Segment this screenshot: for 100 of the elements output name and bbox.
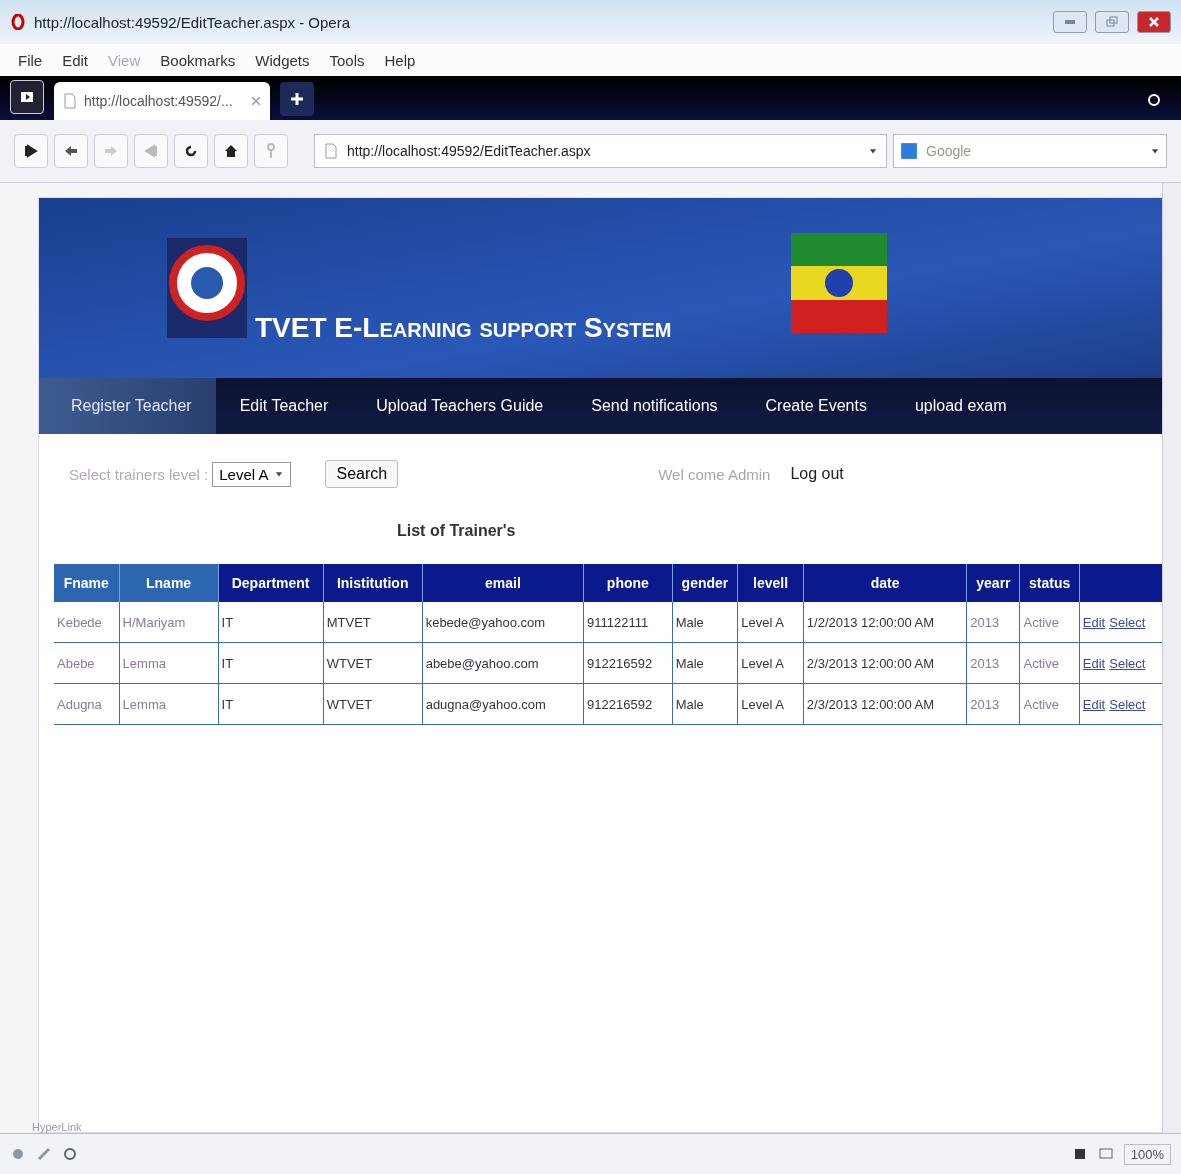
address-field[interactable]: http://localhost:49592/EditTeacher.aspx bbox=[314, 134, 887, 168]
reload-icon bbox=[183, 143, 199, 159]
table-cell: 2013 bbox=[966, 602, 1020, 643]
table-cell: 912216592 bbox=[583, 642, 673, 684]
page-icon bbox=[62, 93, 78, 109]
menu-item[interactable]: Tools bbox=[329, 51, 365, 69]
table-cell: 2013 bbox=[966, 683, 1020, 725]
table-cell: 911122111 bbox=[583, 602, 673, 643]
menu-item[interactable]: Widgets bbox=[255, 51, 310, 69]
table-cell: 2/3/2013 12:00:00 AM bbox=[803, 683, 967, 725]
table-cell: 1/2/2013 12:00:00 AM bbox=[803, 602, 967, 643]
table-cell: Abebe bbox=[54, 642, 120, 684]
table-caption: List of Trainer's bbox=[396, 521, 517, 540]
menu-item[interactable]: Edit bbox=[62, 51, 89, 69]
restore-icon bbox=[1104, 14, 1120, 30]
plus-icon bbox=[289, 91, 305, 107]
nav-tab[interactable]: upload exam bbox=[890, 378, 1031, 434]
minimize-icon bbox=[1065, 20, 1075, 24]
back-button[interactable] bbox=[54, 134, 88, 168]
column-header: phone bbox=[583, 564, 673, 602]
column-header: yearr bbox=[966, 564, 1020, 602]
search-engine-icon bbox=[900, 142, 918, 160]
row-link[interactable]: Select bbox=[1109, 696, 1146, 712]
table-cell: adugna@yahoo.com bbox=[422, 683, 584, 725]
rewind-button[interactable] bbox=[14, 134, 48, 168]
minimize-button[interactable] bbox=[1053, 11, 1087, 33]
nav-tab[interactable]: Register Teacher bbox=[39, 378, 216, 434]
table-cell: Lemma bbox=[119, 683, 219, 725]
table-cell: 912216592 bbox=[583, 683, 673, 725]
table-cell: Lemma bbox=[119, 642, 219, 684]
level-label: Select trainers level : bbox=[69, 465, 209, 483]
search-button[interactable]: Search bbox=[325, 460, 399, 488]
nav-tab[interactable]: Upload Teachers Guide bbox=[352, 378, 568, 434]
table-cell: WTVET bbox=[323, 642, 423, 684]
table-cell: Adugna bbox=[54, 683, 120, 725]
close-icon bbox=[250, 95, 262, 107]
column-header: Department bbox=[218, 564, 324, 602]
table-cell: Level A bbox=[737, 683, 804, 725]
logout-link[interactable]: Log out bbox=[790, 465, 844, 483]
table-cell: Male bbox=[672, 683, 738, 725]
dropdown-icon bbox=[1150, 146, 1160, 156]
column-header: date bbox=[803, 564, 967, 602]
search-input[interactable]: Google bbox=[924, 142, 1144, 160]
menu-item[interactable]: Help bbox=[384, 51, 416, 69]
table-cell: Kebede bbox=[54, 602, 120, 643]
nav-tab[interactable]: Edit Teacher bbox=[215, 378, 353, 434]
nav-tab[interactable]: Create Events bbox=[741, 378, 891, 434]
table-cell: 2/3/2013 12:00:00 AM bbox=[803, 642, 967, 684]
table-cell: Level A bbox=[737, 642, 804, 684]
row-link[interactable]: Edit bbox=[1082, 696, 1106, 712]
reload-button[interactable] bbox=[174, 134, 208, 168]
page-icon bbox=[323, 143, 339, 159]
column-header: Lname bbox=[119, 564, 219, 602]
window-title: http://localhost:49592/EditTeacher.aspx - Opera bbox=[34, 13, 352, 31]
zoom-control[interactable]: 100% bbox=[1123, 1143, 1171, 1165]
table-cell: Male bbox=[672, 602, 738, 643]
search-box[interactable]: Google bbox=[893, 134, 1167, 168]
home-button[interactable] bbox=[214, 134, 248, 168]
table-cell: abebe@yahoo.com bbox=[422, 642, 584, 684]
dropdown-icon bbox=[868, 146, 878, 156]
column-header: gender bbox=[672, 564, 738, 602]
row-link[interactable]: Edit bbox=[1082, 614, 1106, 630]
row-link[interactable]: Select bbox=[1109, 655, 1146, 671]
home-icon bbox=[223, 143, 239, 159]
browser-tab[interactable]: http://localhost:49592/... bbox=[54, 82, 270, 120]
table-cell: MTVET bbox=[323, 602, 423, 643]
welcome-text: Wel come Admin bbox=[658, 465, 771, 483]
display-icon bbox=[1097, 1146, 1114, 1162]
table-cell: IT bbox=[218, 642, 324, 684]
dropdown-icon bbox=[274, 469, 285, 479]
table-cell: Male bbox=[672, 642, 738, 684]
back-icon bbox=[63, 143, 79, 159]
table-cell: H/Mariyam bbox=[119, 602, 219, 643]
table-cell: IT bbox=[218, 683, 324, 725]
opera-logo-icon bbox=[10, 14, 26, 30]
table-cell: WTVET bbox=[323, 683, 423, 725]
column-header: Fname bbox=[54, 564, 120, 602]
row-link[interactable]: Select bbox=[1109, 614, 1146, 630]
table-cell: 2013 bbox=[966, 642, 1020, 684]
menu-item[interactable]: File bbox=[18, 51, 43, 69]
table-cell: Active bbox=[1019, 642, 1080, 684]
close-button[interactable] bbox=[1137, 11, 1171, 33]
level-select[interactable]: Level A bbox=[212, 461, 292, 487]
table-cell: Active bbox=[1019, 602, 1080, 643]
column-header: email bbox=[422, 564, 584, 602]
table-cell: IT bbox=[218, 602, 324, 643]
nav-tab[interactable]: Send notifications bbox=[567, 378, 742, 434]
row-link[interactable]: Edit bbox=[1082, 655, 1106, 671]
new-tab-button[interactable] bbox=[280, 82, 314, 116]
forward-icon bbox=[103, 143, 119, 159]
site-title: TVET E-Learning support System bbox=[255, 312, 672, 344]
table-cell: Level A bbox=[737, 602, 804, 643]
table-cell: Active bbox=[1019, 683, 1080, 725]
column-header: Inistitution bbox=[323, 564, 423, 602]
menu-item[interactable]: Bookmarks bbox=[160, 51, 236, 69]
column-header: status bbox=[1019, 564, 1080, 602]
column-header: levell bbox=[737, 564, 804, 602]
table-cell: kebede@yahoo.com bbox=[422, 602, 584, 643]
scrollbar[interactable] bbox=[1162, 183, 1181, 1133]
panel-toggle-button[interactable] bbox=[10, 80, 44, 114]
